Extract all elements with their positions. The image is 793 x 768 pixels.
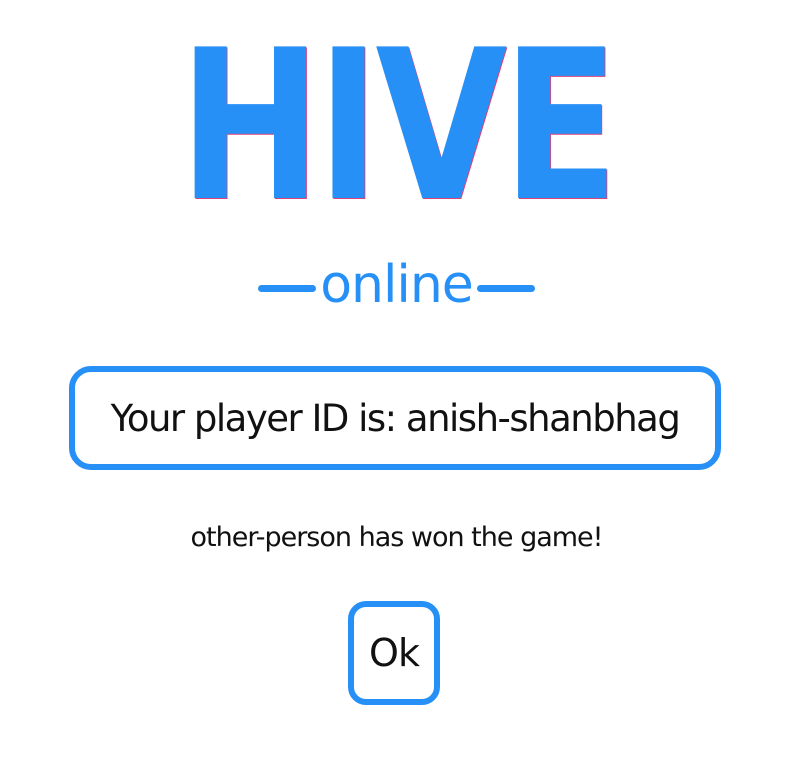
logo-dash-right <box>476 284 535 292</box>
logo-title: HIVE <box>178 6 619 248</box>
player-id-text: Your player ID is: anish-shanbhag <box>110 396 681 440</box>
logo-subtitle: online <box>0 255 793 320</box>
logo-subtitle-text: online <box>320 255 474 315</box>
game-result-message: other-person has won the game! <box>190 522 604 553</box>
game-over-screen: HIVE online Your player ID is: anish-sha… <box>0 0 793 768</box>
ok-button[interactable]: Ok <box>348 601 440 705</box>
player-id-box: Your player ID is: anish-shanbhag <box>69 366 721 470</box>
logo-dash-left <box>258 284 317 292</box>
